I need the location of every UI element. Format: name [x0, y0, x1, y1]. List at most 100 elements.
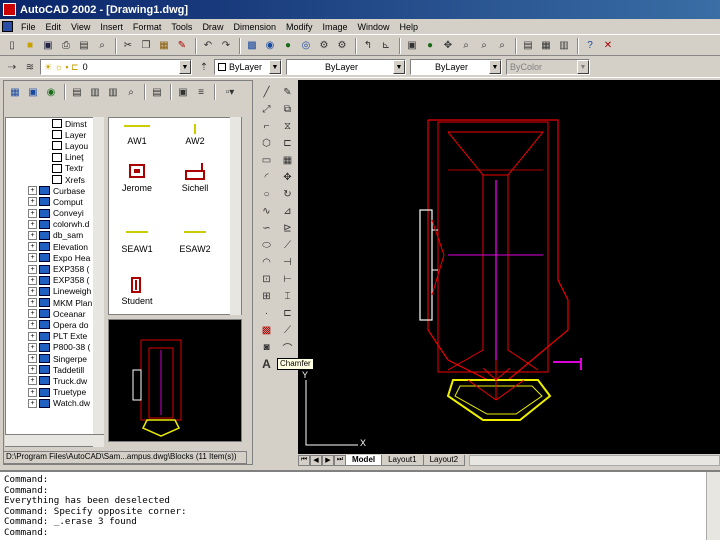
polyline-icon[interactable]: ⌐ — [259, 118, 275, 134]
new-file-icon[interactable]: ▯ — [4, 38, 20, 54]
block-student[interactable]: Student — [113, 274, 161, 306]
block-sichell[interactable]: Sichell — [171, 161, 219, 193]
array-icon[interactable]: ▦ — [280, 152, 296, 168]
tree-item[interactable]: + Singerpe — [6, 353, 102, 364]
point-icon[interactable]: · — [259, 305, 275, 321]
region-icon[interactable]: ◙ — [259, 339, 275, 355]
autocad-app-icon[interactable] — [3, 3, 16, 16]
tab-layout2[interactable]: Layout2 — [422, 454, 466, 466]
expand-icon[interactable]: + — [28, 398, 37, 408]
tab-model[interactable]: Model — [345, 454, 383, 466]
up-folder-icon[interactable]: ▥ — [105, 84, 121, 100]
block-esaw2[interactable]: ESAW2 — [171, 222, 219, 254]
chamfer-icon[interactable]: ⟋ — [280, 322, 296, 338]
palette-vertical-scrollbar[interactable] — [230, 117, 241, 315]
plotstyle-combo[interactable]: ByColor ▼ — [506, 59, 590, 75]
design-center-icon[interactable]: ▦ — [538, 38, 554, 54]
tree-item[interactable]: + Elevation — [6, 241, 102, 252]
save-icon[interactable]: ▣ — [40, 38, 56, 54]
redo-icon[interactable]: ↷ — [218, 38, 234, 54]
tree-vertical-scrollbar[interactable] — [93, 117, 104, 447]
tree-item[interactable]: + Comput — [6, 196, 102, 207]
expand-icon[interactable]: + — [28, 387, 37, 397]
tree-item[interactable]: + colorwh.d — [6, 219, 102, 230]
tree-item[interactable]: + EXP358 ( — [6, 263, 102, 274]
tree-item[interactable]: Dimst — [6, 118, 102, 129]
block-jerome[interactable]: Jerome — [113, 161, 161, 193]
ucs-icon[interactable]: ⊾ — [378, 38, 394, 54]
tab-layout1[interactable]: Layout1 — [381, 454, 424, 466]
tree-item[interactable]: Lineţ — [6, 152, 102, 163]
rotate-icon[interactable]: ↻ — [280, 186, 296, 202]
menu-dimension[interactable]: Dimension — [229, 22, 282, 32]
open-folder-icon[interactable]: ■ — [22, 38, 38, 54]
3d-orbit-icon[interactable]: ● — [422, 38, 438, 54]
undo-icon[interactable]: ↶ — [200, 38, 216, 54]
expand-icon[interactable]: + — [28, 354, 37, 364]
spline-icon[interactable]: ∽ — [259, 220, 275, 236]
tool-icon[interactable]: ⚙ — [316, 38, 332, 54]
globe-icon[interactable]: ● — [280, 38, 296, 54]
polygon-icon[interactable]: ⬡ — [259, 135, 275, 151]
tree-item[interactable]: + Opera do — [6, 319, 102, 330]
expand-icon[interactable]: + — [28, 331, 37, 341]
stretch-icon[interactable]: ⊵ — [280, 220, 296, 236]
print-icon[interactable]: ⎙ — [58, 38, 74, 54]
expand-icon[interactable]: + — [28, 264, 37, 274]
chevron-down-icon[interactable]: ▼ — [577, 60, 589, 74]
zoom-previous-icon[interactable]: ⌕ — [494, 38, 510, 54]
block-aw1[interactable]: AW1 — [113, 118, 161, 146]
toolbar-icon[interactable]: ▥ — [556, 38, 572, 54]
construction-line-icon[interactable]: ⤢ — [259, 101, 275, 117]
expand-icon[interactable]: + — [28, 219, 37, 229]
chevron-down-icon[interactable]: ▼ — [489, 60, 501, 74]
zoom-window-icon[interactable]: ⌕ — [476, 38, 492, 54]
tree-item[interactable]: + Curbase — [6, 185, 102, 196]
linetype-combo[interactable]: ByLayer ▼ — [286, 59, 406, 75]
tree-item[interactable]: + Conveyi — [6, 208, 102, 219]
layer-combo[interactable]: ☀ ☼ ▪ ⊏ 0 ▼ — [40, 59, 192, 75]
paste-icon[interactable]: ▦ — [156, 38, 172, 54]
menu-modify[interactable]: Modify — [282, 22, 319, 32]
hatch-icon[interactable]: ▩ — [259, 322, 275, 338]
menu-view[interactable]: View — [67, 22, 96, 32]
tree-item[interactable]: Textr — [6, 163, 102, 174]
zoom-realtime-icon[interactable]: ⌕ — [458, 38, 474, 54]
hyperlink-icon[interactable]: ◉ — [262, 38, 278, 54]
lineweight-combo[interactable]: ByLayer ▼ — [410, 59, 502, 75]
expand-icon[interactable]: + — [28, 286, 37, 296]
snap-from-icon[interactable]: ↰ — [360, 38, 376, 54]
tree-item[interactable]: + Lineweigh — [6, 286, 102, 297]
mirror-icon[interactable]: ⧖ — [280, 118, 296, 134]
copy-icon[interactable]: ❐ — [138, 38, 154, 54]
tree-item[interactable]: Layou — [6, 140, 102, 151]
expand-icon[interactable]: + — [28, 208, 37, 218]
expand-icon[interactable]: + — [28, 253, 37, 263]
expand-icon[interactable]: + — [28, 197, 37, 207]
command-prompt[interactable]: Command: — [4, 527, 720, 539]
search-icon[interactable]: ⌕ — [123, 84, 139, 100]
tree-horizontal-scrollbar[interactable] — [5, 434, 104, 446]
favorites-icon[interactable]: ▤ — [149, 84, 165, 100]
ellipse-arc-icon[interactable]: ◠ — [259, 254, 275, 270]
menu-file[interactable]: File — [17, 22, 42, 32]
menu-insert[interactable]: Insert — [96, 22, 129, 32]
close-drawing-icon[interactable]: ✕ — [600, 38, 616, 54]
expand-icon[interactable]: + — [28, 242, 37, 252]
next-tab-icon[interactable]: ▶ — [322, 454, 334, 466]
tree-item[interactable]: + EXP358 ( — [6, 275, 102, 286]
offset-icon[interactable]: ⊏ — [280, 135, 296, 151]
tree-item[interactable]: Xrefs — [6, 174, 102, 185]
expand-icon[interactable]: + — [28, 342, 37, 352]
back-folder-icon[interactable]: ▥ — [87, 84, 103, 100]
expand-icon[interactable]: + — [28, 365, 37, 375]
command-line[interactable]: Command: Command: Everything has been de… — [0, 470, 720, 540]
expand-icon[interactable]: + — [28, 298, 37, 308]
tree-item[interactable]: Layer — [6, 129, 102, 140]
ellipse-icon[interactable]: ⬭ — [259, 237, 275, 253]
block-seaw1[interactable]: SEAW1 — [113, 222, 161, 254]
circle-icon[interactable]: ○ — [259, 186, 275, 202]
break-at-point-icon[interactable]: ⊏ — [280, 305, 296, 321]
print-preview-icon[interactable]: ▤ — [76, 38, 92, 54]
prev-tab-icon[interactable]: ◀ — [310, 454, 322, 466]
